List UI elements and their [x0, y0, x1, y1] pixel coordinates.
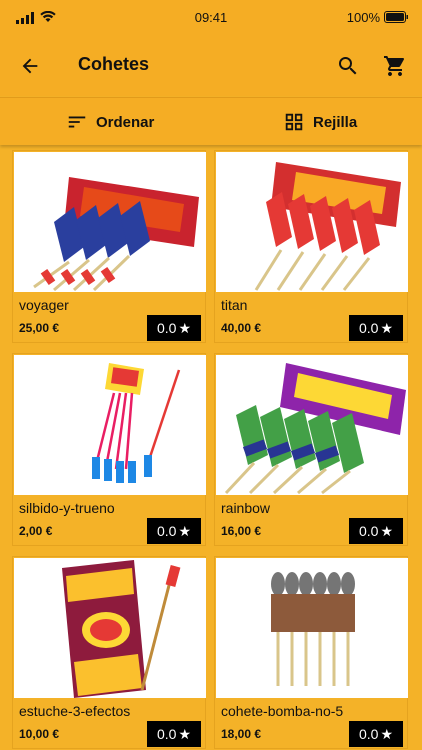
- product-price: 25,00 €: [19, 321, 60, 335]
- product-image: [14, 558, 206, 698]
- sort-label: Ordenar: [96, 113, 155, 131]
- rocket-pack-image: [33, 177, 199, 292]
- rating-value: 0.0: [156, 320, 177, 336]
- cart-button[interactable]: [381, 52, 409, 80]
- star-icon: ★: [380, 725, 394, 742]
- rating-badge: 0.0 ★: [147, 518, 201, 544]
- product-name: titan: [221, 297, 248, 313]
- page-title: Cohetes: [78, 54, 150, 74]
- product-name: silbido-y-trueno: [19, 500, 115, 516]
- sort-button[interactable]: Ordenar: [66, 110, 154, 134]
- back-button[interactable]: [16, 52, 44, 80]
- rating-value: 0.0: [358, 320, 379, 336]
- product-price: 40,00 €: [221, 321, 262, 335]
- status-bar: 09:41 100%: [0, 0, 422, 36]
- rocket-pack-image: [92, 363, 181, 483]
- rating-badge: 0.0 ★: [147, 315, 201, 341]
- product-card[interactable]: silbido-y-trueno 2,00 € 0.0 ★: [12, 353, 206, 546]
- star-icon: ★: [178, 319, 192, 336]
- app-bar: Cohetes: [0, 36, 422, 96]
- search-icon: [339, 57, 357, 75]
- product-image: [216, 558, 408, 698]
- product-name: voyager: [19, 297, 69, 313]
- rocket-pack-image: [62, 560, 181, 698]
- product-name: estuche-3-efectos: [19, 703, 131, 719]
- rating-value: 0.0: [358, 523, 379, 539]
- star-icon: ★: [380, 522, 394, 539]
- star-icon: ★: [380, 319, 394, 336]
- product-price: 10,00 €: [19, 727, 60, 741]
- product-card[interactable]: titan 40,00 € 0.0 ★: [214, 150, 408, 343]
- rocket-pack-image: [224, 363, 406, 495]
- rating-value: 0.0: [358, 726, 379, 742]
- star-icon: ★: [178, 522, 192, 539]
- product-image: [216, 152, 408, 292]
- cart-icon: [384, 56, 405, 76]
- grid-icon: [285, 113, 303, 131]
- rocket-pack-image: [271, 572, 355, 686]
- product-price: 2,00 €: [19, 524, 53, 538]
- product-name: cohete-bomba-no-5: [221, 703, 344, 719]
- sort-icon: [68, 116, 86, 128]
- product-card[interactable]: rainbow 16,00 € 0.0 ★: [214, 353, 408, 546]
- grid-label: Rejilla: [313, 113, 358, 131]
- product-name: rainbow: [221, 500, 271, 516]
- product-price: 18,00 €: [221, 727, 262, 741]
- product-card[interactable]: cohete-bomba-no-5 18,00 € 0.0 ★: [214, 556, 408, 749]
- rating-badge: 0.0 ★: [147, 721, 201, 747]
- rating-badge: 0.0 ★: [349, 721, 403, 747]
- arrow-left-icon: [22, 58, 38, 74]
- product-image: [14, 355, 206, 495]
- rating-badge: 0.0 ★: [349, 315, 403, 341]
- product-card[interactable]: voyager 25,00 € 0.0 ★: [12, 150, 206, 343]
- battery-percent: 100%: [346, 10, 380, 25]
- product-image: [14, 152, 206, 292]
- sort-grid-toolbar: Ordenar Rejilla: [0, 97, 422, 145]
- grid-view-button[interactable]: Rejilla: [283, 110, 357, 134]
- battery-icon: [384, 11, 408, 23]
- rating-badge: 0.0 ★: [349, 518, 403, 544]
- product-card[interactable]: estuche-3-efectos 10,00 € 0.0 ★: [12, 556, 206, 749]
- search-button[interactable]: [334, 52, 362, 80]
- product-image: [216, 355, 408, 495]
- star-icon: ★: [178, 725, 192, 742]
- rocket-pack-image: [254, 162, 401, 291]
- rating-value: 0.0: [156, 523, 177, 539]
- rating-value: 0.0: [156, 726, 177, 742]
- product-price: 16,00 €: [221, 524, 262, 538]
